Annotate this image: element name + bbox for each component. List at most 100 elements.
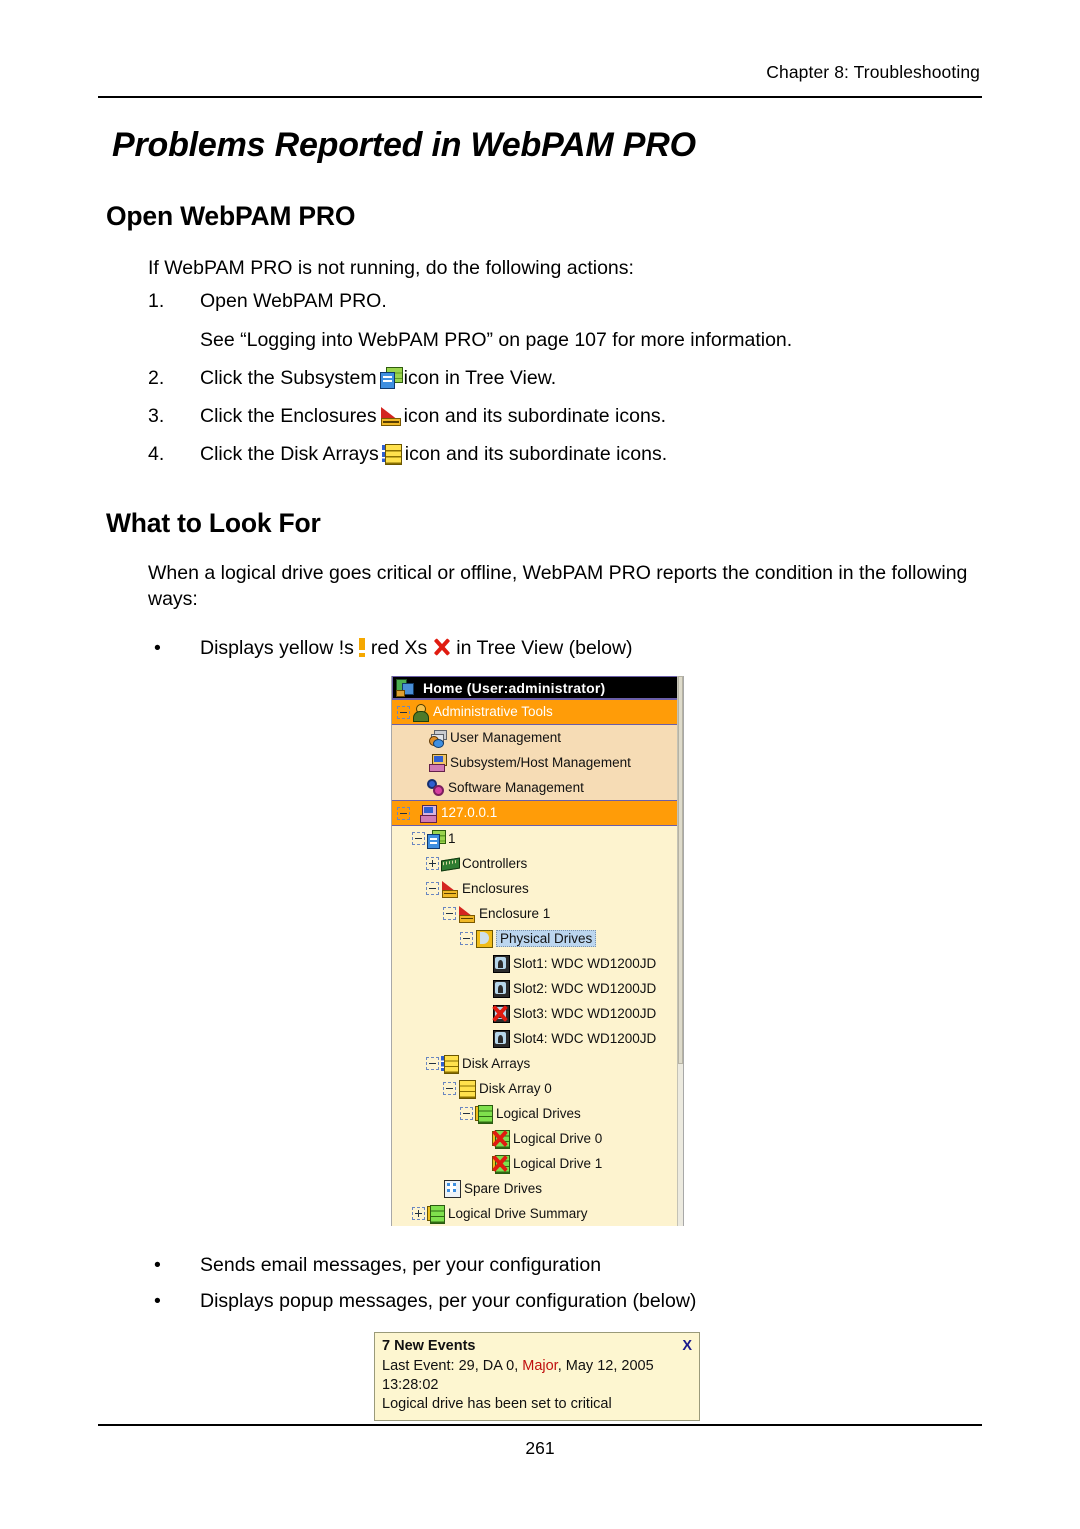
header-rule (98, 96, 982, 98)
popup-header: 7 New Events X (382, 1337, 692, 1356)
tree-node-label: Logical Drive 0 (513, 1130, 603, 1146)
tree-node-label: Administrative Tools (433, 704, 553, 720)
tree-node-subsystem-1[interactable]: 1 (392, 826, 683, 851)
step-text-before: Click the Enclosures (200, 405, 377, 427)
tree-node-label: Logical Drives (496, 1105, 581, 1121)
tree-node-label: Disk Array 0 (479, 1080, 552, 1096)
bullet-text: Sends email messages, per your configura… (200, 1254, 602, 1276)
open-intro-paragraph: If WebPAM PRO is not running, do the fol… (148, 257, 634, 279)
tree-node-label: Logical Drive 1 (513, 1155, 603, 1171)
tree-node-physical-drives[interactable]: Physical Drives (392, 926, 683, 951)
tree-node-label: Slot3: WDC WD1200JD (513, 1005, 657, 1021)
list-item: • Displays yellow !s red Xs in Tree View (b… (148, 635, 998, 661)
tree-view-panel[interactable]: Home (User:administrator) Administrative… (391, 676, 684, 1226)
tree-node-logical-drives[interactable]: Logical Drives (392, 1101, 683, 1126)
bullet-dot: • (154, 637, 161, 659)
bullet-text: Displays popup messages, per your config… (200, 1290, 697, 1312)
step-item: 4. Click the Disk Arrays icon and its subo… (148, 441, 998, 467)
tree-node-slot4[interactable]: Slot4: WDC WD1200JD (392, 1026, 683, 1051)
logical-drive-icon (492, 1155, 510, 1174)
tree-node-logical-drive-summary[interactable]: Logical Drive Summary (392, 1201, 683, 1226)
collapse-toggle[interactable] (397, 705, 410, 719)
collapse-toggle[interactable] (426, 1057, 439, 1070)
section-heading-look: What to Look For (106, 508, 321, 538)
tree-node-label: Physical Drives (496, 929, 597, 948)
collapse-toggle[interactable] (460, 1107, 473, 1120)
close-icon[interactable]: X (674, 1337, 692, 1356)
tree-node-label: Slot4: WDC WD1200JD (513, 1030, 657, 1046)
tree-header-label: Home (User:administrator) (423, 679, 606, 696)
list-item: • Displays popup messages, per your confi… (148, 1288, 998, 1314)
controller-icon (441, 855, 460, 872)
step-item: 1. Open WebPAM PRO. See “Logging into Web… (148, 288, 998, 353)
tree-node-controllers[interactable]: Controllers (392, 851, 683, 876)
expand-toggle[interactable] (412, 1207, 425, 1220)
look-bullets-top: • Displays yellow !s red Xs in Tree View (b… (148, 635, 998, 661)
bullet-text-mid: red Xs (370, 637, 428, 659)
yellow-exclamation-icon (358, 637, 367, 657)
tree-scrollbar-thumb[interactable] (678, 676, 683, 1064)
tree-node-logical-drive-0[interactable]: Logical Drive 0 (392, 1126, 683, 1151)
tree-node-logical-drive-1[interactable]: Logical Drive 1 (392, 1151, 683, 1176)
collapse-toggle[interactable] (443, 1082, 456, 1095)
document-page: Chapter 8: Troubleshooting Problems Repo… (0, 0, 1080, 1529)
tree-node-label: Controllers (462, 855, 528, 871)
tree-node-disk-arrays[interactable]: Disk Arrays (392, 1051, 683, 1076)
tree-node-ip-host[interactable]: 127.0.0.1 (392, 800, 683, 826)
subsystem-icon (379, 367, 403, 389)
tree-node-slot3[interactable]: Slot3: WDC WD1200JD (392, 1001, 683, 1026)
tree-header-row[interactable]: Home (User:administrator) (392, 676, 683, 699)
tree-node-slot1[interactable]: Slot1: WDC WD1200JD (392, 951, 683, 976)
expand-toggle[interactable] (426, 857, 439, 870)
tree-node-subsystem-host-management[interactable]: Subsystem/Host Management (392, 750, 683, 775)
step-note: See “Logging into WebPAM PRO” on page 10… (200, 329, 793, 351)
home-icon (396, 679, 414, 697)
footer-rule (98, 1424, 982, 1426)
collapse-toggle[interactable] (397, 806, 410, 820)
tree-node-administrative-tools[interactable]: Administrative Tools (392, 699, 683, 725)
collapse-toggle[interactable] (426, 882, 439, 895)
step-text-after: icon in Tree View. (403, 367, 557, 389)
list-item: • Sends email messages, per your configur… (148, 1252, 998, 1278)
tree-node-label: Subsystem/Host Management (450, 754, 631, 770)
tree-node-disk-array-0[interactable]: Disk Array 0 (392, 1076, 683, 1101)
enclosure-icon (458, 905, 475, 923)
step-item: 3. Click the Enclosures icon and its subor… (148, 403, 998, 429)
tree-node-spare-drives[interactable]: Spare Drives (392, 1176, 683, 1201)
logical-drive-icon (475, 1105, 493, 1124)
enclosure-icon (380, 405, 401, 426)
open-steps-list: 1. Open WebPAM PRO. See “Logging into Web… (148, 288, 998, 479)
running-head: Chapter 8: Troubleshooting (766, 62, 980, 82)
event-popup[interactable]: 7 New Events X Last Event: 29, DA 0, Maj… (374, 1332, 700, 1421)
tree-node-enclosures[interactable]: Enclosures (392, 876, 683, 901)
tree-node-label: Slot2: WDC WD1200JD (513, 980, 657, 996)
user-mgmt-icon (429, 729, 447, 748)
step-number: 3. (148, 405, 165, 427)
tree-node-user-management[interactable]: User Management (392, 725, 683, 750)
tree-node-software-management[interactable]: Software Management (392, 775, 683, 800)
collapse-toggle[interactable] (460, 932, 473, 945)
step-text: Open WebPAM PRO. (200, 290, 387, 312)
disk-array-plain-icon (458, 1080, 476, 1099)
disk-array-icon (381, 443, 402, 465)
tree-node-enclosure-1[interactable]: Enclosure 1 (392, 901, 683, 926)
disk-array-icon (441, 1055, 459, 1074)
tree-node-label: Enclosure 1 (479, 905, 551, 921)
tree-scrollbar-track[interactable] (677, 676, 683, 1226)
bullet-dot: • (154, 1254, 161, 1276)
page-title: Problems Reported in WebPAM PRO (112, 126, 696, 164)
host-mgmt-icon (429, 754, 447, 772)
look-bullets-bottom: • Sends email messages, per your configur… (148, 1252, 998, 1314)
step-number: 4. (148, 443, 165, 465)
tree-node-slot2[interactable]: Slot2: WDC WD1200JD (392, 976, 683, 1001)
collapse-toggle[interactable] (412, 832, 425, 845)
logical-drive-icon (427, 1205, 445, 1224)
red-x-icon (431, 637, 452, 657)
physical-drive-icon (492, 980, 510, 998)
popup-last-event-line: Last Event: 29, DA 0, Major, May 12, 200… (382, 1357, 692, 1395)
bullet-text-after: in Tree View (below) (456, 637, 633, 659)
status-badge: Major (522, 1358, 558, 1374)
subsystem-icon (427, 830, 446, 849)
step-item: 2. Click the Subsystem icon in Tree View. (148, 365, 998, 391)
collapse-toggle[interactable] (443, 907, 456, 920)
